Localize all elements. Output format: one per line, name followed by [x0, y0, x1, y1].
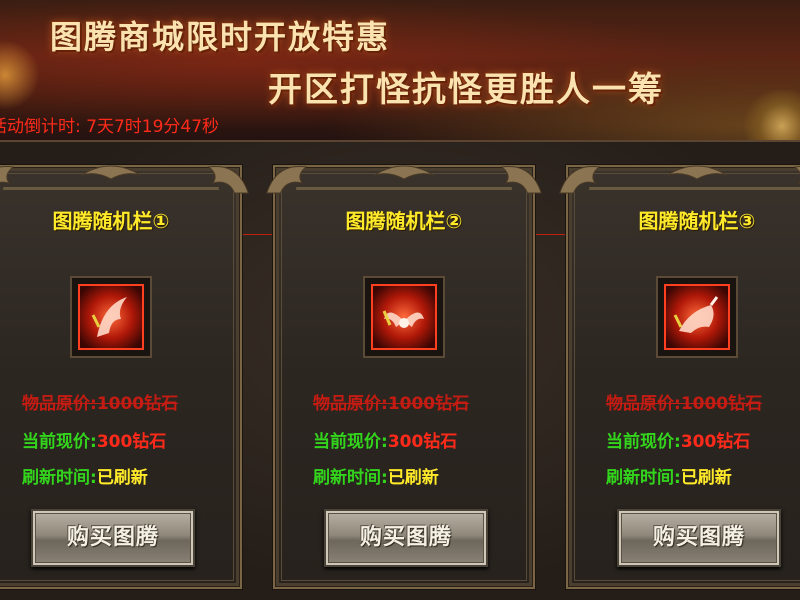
- original-price-value: 1000钻石: [680, 394, 763, 414]
- current-price: 当前现价:300钻石: [22, 427, 166, 452]
- current-price: 当前现价:300钻石: [606, 427, 750, 452]
- buy-totem-button[interactable]: 购买图腾: [617, 509, 781, 567]
- original-price: 物品原价:1000钻石: [22, 389, 178, 414]
- current-price-label: 当前现价:: [313, 432, 388, 452]
- promo-banner: 图腾商城限时开放特惠 开区打怪抗怪更胜人一筹 活动倒计时: 7天7时19分47秒: [0, 0, 800, 142]
- refresh-time-label: 刷新时间:: [22, 468, 97, 488]
- refresh-time: 刷新时间:已刷新: [606, 463, 732, 488]
- countdown-timer: 活动倒计时: 7天7时19分47秒: [0, 112, 219, 137]
- current-price-value: 300钻石: [680, 432, 751, 452]
- banner-headline-2: 开区打怪抗怪更胜人一筹: [268, 70, 664, 110]
- banner-ornament: [740, 90, 800, 140]
- totem-card-1: 图腾随机栏① 物品原价:1000钻石 当前现价:300钻石 刷新时间:已刷新 购…: [0, 165, 249, 589]
- card-title: 图腾随机栏①: [52, 209, 170, 233]
- countdown-value: 7天7时19分47秒: [86, 117, 220, 137]
- current-price-value: 300钻石: [96, 432, 167, 452]
- totem-card-2: 图腾随机栏② 物品原价:1000钻石 当前现价:300钻石 刷新时间:已刷新 购…: [266, 165, 542, 589]
- totem-feather-icon[interactable]: [69, 275, 153, 359]
- current-price: 当前现价:300钻石: [313, 427, 457, 452]
- refresh-time-value: 已刷新: [96, 468, 148, 488]
- totem-beast-icon[interactable]: [655, 275, 739, 359]
- buy-totem-button[interactable]: 购买图腾: [31, 509, 195, 567]
- refresh-time-value: 已刷新: [387, 468, 439, 488]
- banner-headline-1: 图腾商城限时开放特惠: [50, 18, 391, 56]
- totem-card-3: 图腾随机栏③ 物品原价:1000钻石 当前现价:300钻石 刷新时间:已刷新 购…: [559, 165, 800, 589]
- refresh-time: 刷新时间:已刷新: [22, 463, 148, 488]
- original-price-label: 物品原价:: [606, 394, 681, 414]
- card-title: 图腾随机栏②: [345, 209, 463, 233]
- banner-glow: [0, 40, 40, 110]
- original-price-value: 1000钻石: [96, 394, 179, 414]
- original-price-label: 物品原价:: [22, 394, 97, 414]
- original-price-value: 1000钻石: [387, 394, 470, 414]
- refresh-time: 刷新时间:已刷新: [313, 463, 439, 488]
- original-price-label: 物品原价:: [313, 394, 388, 414]
- current-price-label: 当前现价:: [22, 432, 97, 452]
- original-price: 物品原价:1000钻石: [313, 389, 469, 414]
- totem-wings-icon[interactable]: [362, 275, 446, 359]
- current-price-value: 300钻石: [387, 432, 458, 452]
- buy-totem-button[interactable]: 购买图腾: [324, 509, 488, 567]
- refresh-time-value: 已刷新: [680, 468, 732, 488]
- countdown-label: 活动倒计时:: [0, 117, 81, 137]
- refresh-time-label: 刷新时间:: [606, 468, 681, 488]
- original-price: 物品原价:1000钻石: [606, 389, 762, 414]
- card-title: 图腾随机栏③: [638, 209, 756, 233]
- current-price-label: 当前现价:: [606, 432, 681, 452]
- refresh-time-label: 刷新时间:: [313, 468, 388, 488]
